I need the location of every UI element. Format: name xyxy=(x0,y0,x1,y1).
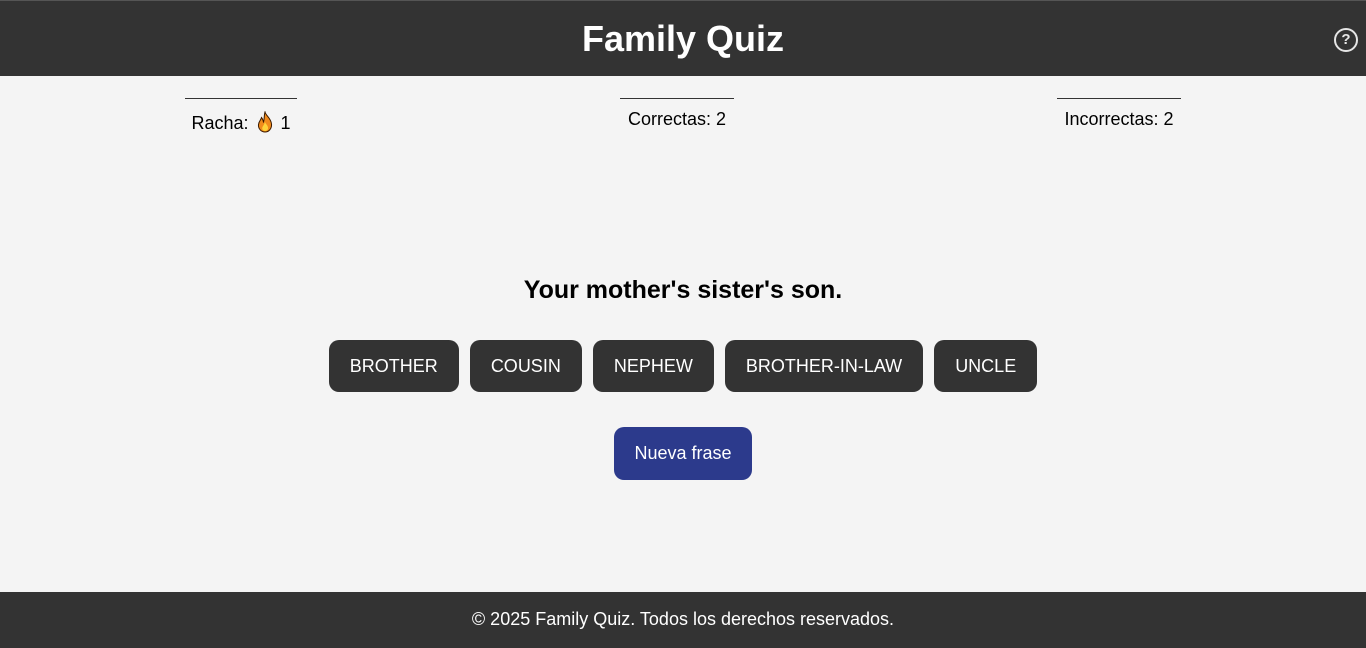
question-text: Your mother's sister's son. xyxy=(523,276,843,304)
streak-stat: Racha: 1 xyxy=(185,98,297,134)
correct-stat: Correctas: 2 xyxy=(620,98,734,130)
footer: © 2025 Family Quiz. Todos los derechos r… xyxy=(0,592,1366,648)
new-phrase-button[interactable]: Nueva frase xyxy=(614,427,752,480)
incorrect-stat: Incorrectas: 2 xyxy=(1057,98,1181,130)
option-brother-in-law-button[interactable]: BROTHER-IN-LAW xyxy=(724,340,924,392)
page-title: Family Quiz xyxy=(581,18,785,59)
help-icon[interactable]: ? xyxy=(1334,28,1358,52)
answer-options: BROTHER COUSIN NEPHEW BROTHER-IN-LAW UNC… xyxy=(0,340,1366,392)
option-uncle-button[interactable]: UNCLE xyxy=(934,340,1038,392)
streak-label: Racha: xyxy=(191,113,249,133)
app-header: Family Quiz ? xyxy=(0,0,1366,76)
page: Family Quiz ? Racha: 1 Correctas: 2 Inco… xyxy=(0,0,1366,648)
flame-icon xyxy=(257,111,272,133)
option-cousin-button[interactable]: COUSIN xyxy=(469,340,582,392)
streak-value: 1 xyxy=(280,113,291,133)
option-brother-button[interactable]: BROTHER xyxy=(328,340,459,392)
option-nephew-button[interactable]: NEPHEW xyxy=(592,340,714,392)
footer-text: © 2025 Family Quiz. Todos los derechos r… xyxy=(471,609,895,629)
